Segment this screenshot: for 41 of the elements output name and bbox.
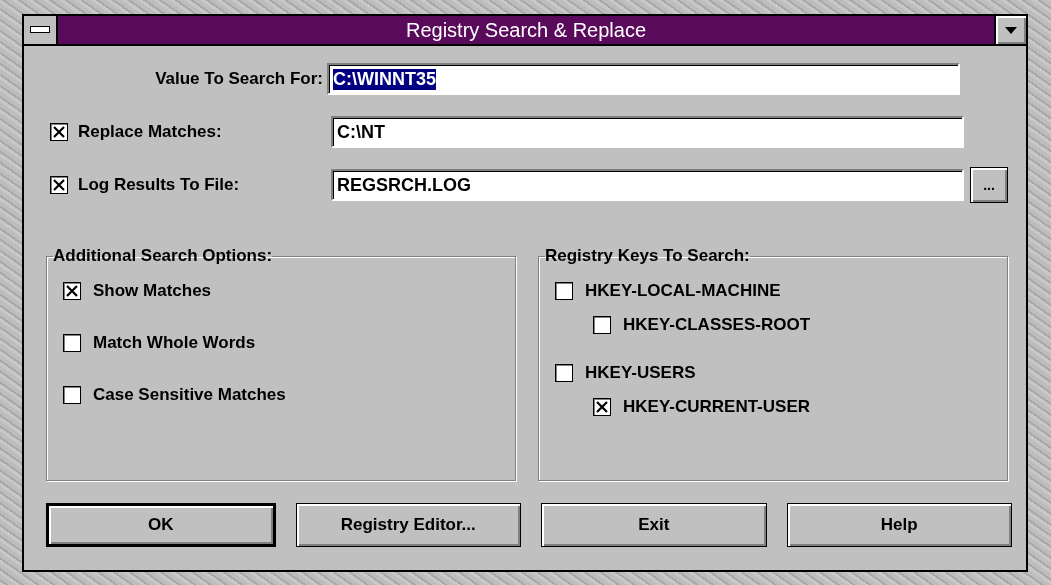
checkbox-label[interactable]: HKEY-CURRENT-USER [623,397,811,417]
dialog-button[interactable]: Registry Editor... [295,503,521,547]
browse-button[interactable]: ... [970,167,1008,203]
dialog-button[interactable]: Help [786,503,1012,547]
field-label: Replace Matches: [78,122,222,142]
checkbox-label[interactable]: Show Matches [93,281,212,301]
checkbox[interactable] [63,386,81,404]
checkbox[interactable] [555,282,573,300]
check-x-icon [53,179,65,191]
group-title: Registry Keys To Search: [545,246,750,266]
check-x-icon [596,401,608,413]
down-triangle-icon [1005,26,1017,34]
checkbox-label[interactable]: HKEY-LOCAL-MACHINE [585,281,781,301]
checkbox[interactable] [63,282,81,300]
check-x-icon [66,285,78,297]
input-field[interactable]: REGSRCH.LOG [331,169,964,201]
checkbox-label[interactable]: Match Whole Words [93,333,256,353]
dialog-button[interactable]: Exit [541,503,767,547]
checkbox[interactable] [555,364,573,382]
field-value: C:\NT [337,121,385,143]
checkbox[interactable] [50,123,68,141]
checkbox[interactable] [63,334,81,352]
input-field[interactable]: C:\NT [331,116,964,148]
group-title: Additional Search Options: [53,246,273,266]
minus-bar-icon [30,26,50,34]
checkbox[interactable] [50,176,68,194]
minimize-button[interactable] [994,16,1026,44]
checkbox[interactable] [593,316,611,334]
dialog-button[interactable]: OK [46,503,276,547]
field-label: Log Results To File: [78,175,240,195]
window-title: Registry Search & Replace [404,18,648,43]
field-value: REGSRCH.LOG [337,174,471,196]
checkbox-label[interactable]: Case Sensitive Matches [93,385,286,405]
checkbox-label[interactable]: HKEY-CLASSES-ROOT [623,315,811,335]
input-field[interactable]: C:\WINNT35 [327,63,960,95]
field-value: C:\WINNT35 [333,68,436,90]
checkbox-label[interactable]: HKEY-USERS [585,363,696,383]
check-x-icon [53,126,65,138]
field-label: Value To Search For: [155,69,323,89]
system-menu-button[interactable] [24,16,58,44]
checkbox[interactable] [593,398,611,416]
